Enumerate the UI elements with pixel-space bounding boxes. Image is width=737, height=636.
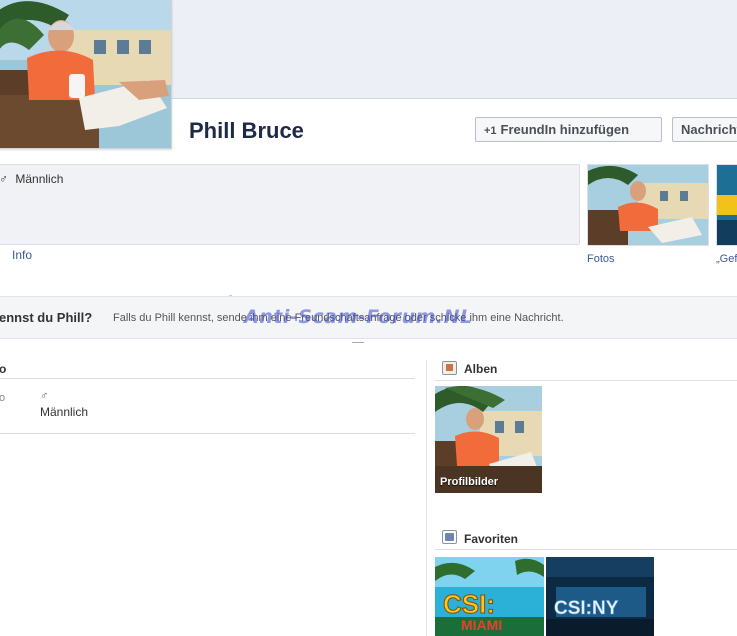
intro-gender-text: Männlich [15,172,64,186]
info-male-icon: ♂ [40,390,49,402]
separator-mark [352,342,364,343]
favorites-title: Favoriten [464,532,519,546]
info-section-title: o [0,362,7,376]
csi-miami-logo: CSI: MIAMI [435,557,544,636]
profile-picture[interactable] [0,0,172,149]
profile-photo [0,0,171,148]
add-friend-label: FreundIn hinzufügen [500,122,630,137]
likes-thumbnail-image [717,165,737,245]
favorites-icon [442,530,457,544]
add-friend-icon: +1 [484,125,497,137]
albums-title: Alben [464,362,498,376]
csi-ny-logo: CSI:NY [546,557,654,636]
favorite-csi-miami[interactable]: CSI: MIAMI [435,557,544,636]
watermark: Anti-Scam-Forum.NL [244,306,473,328]
message-button[interactable]: Nachricht [672,117,737,142]
profile-name: Phill Bruce [189,118,304,143]
likes-thumbnail[interactable] [716,164,737,246]
albums-divider [435,380,737,381]
message-label: Nachricht [681,122,737,137]
column-separator [426,360,427,636]
male-icon: ♂ [0,172,8,186]
info-section-divider [0,378,415,379]
add-friend-button[interactable]: +1 FreundIn hinzufügen [475,117,662,142]
info-row-divider [0,433,415,434]
info-link[interactable]: Info [12,248,32,262]
likes-caption[interactable]: „Gef [716,253,737,265]
photos-thumbnail[interactable] [587,164,709,246]
albums-icon [442,361,457,375]
csi-miami-logo-bottom: MIAMI [461,617,502,633]
album-label: Profilbilder [440,476,499,488]
album-profilbilder[interactable]: Profilbilder [435,386,542,493]
know-title: ennst du Phill? [0,310,93,325]
intro-box [0,164,580,245]
photos-thumbnail-image [588,165,708,245]
favorites-divider [435,549,737,550]
favorite-csi-ny[interactable]: CSI:NY [546,557,654,636]
csi-ny-logo-text: CSI:NY [554,598,619,619]
csi-miami-logo-top: CSI: [443,589,495,619]
intro-gender: ♂ Männlich [0,172,63,186]
info-row-label: o [0,392,6,404]
info-gender-value: Männlich [40,405,89,419]
photos-caption[interactable]: Fotos [587,253,615,265]
